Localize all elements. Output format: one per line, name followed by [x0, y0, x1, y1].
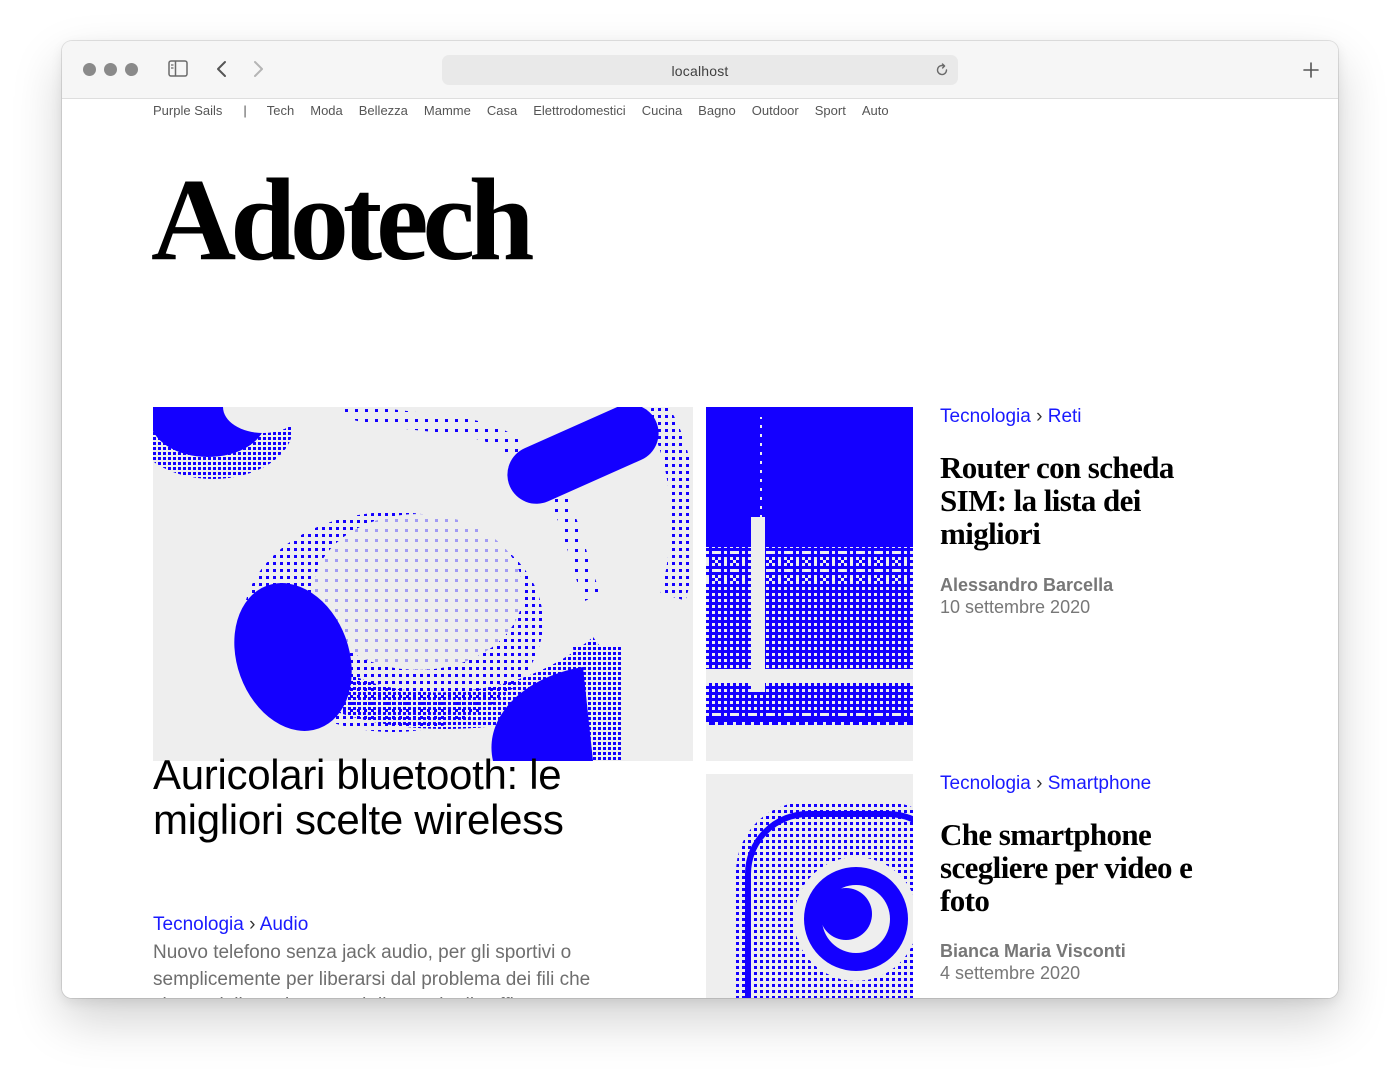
smartphone-article-image[interactable]: [706, 774, 913, 998]
featured-earbuds-image[interactable]: [153, 407, 693, 761]
nav-link-tech[interactable]: Tech: [267, 103, 294, 118]
nav-link-cucina[interactable]: Cucina: [642, 103, 682, 118]
article-2-breadcrumb: Tecnologia › Smartphone: [940, 773, 1151, 795]
article-1-author[interactable]: Alessandro Barcella: [940, 575, 1113, 596]
minimize-window-button[interactable]: [104, 63, 117, 76]
article-2-date: 4 settembre 2020: [940, 963, 1081, 983]
article-1-breadcrumb: Tecnologia › Reti: [940, 406, 1082, 428]
forward-arrow-icon[interactable]: [249, 59, 267, 79]
subcategory-link[interactable]: Reti: [1048, 406, 1082, 427]
zoom-window-button[interactable]: [125, 63, 138, 76]
nav-link-moda[interactable]: Moda: [310, 103, 343, 118]
featured-article-title[interactable]: Auricolari bluetooth: le migliori scelte…: [153, 752, 673, 842]
subcategory-link[interactable]: Smartphone: [1048, 773, 1152, 794]
article-1-date: 10 settembre 2020: [940, 597, 1091, 617]
article-2-author[interactable]: Bianca Maria Visconti: [940, 941, 1126, 962]
nav-link-bellezza[interactable]: Bellezza: [359, 103, 408, 118]
breadcrumb-chevron: ›: [249, 914, 256, 935]
back-arrow-icon[interactable]: [213, 59, 231, 79]
top-navigation: Purple Sails | Tech Moda Bellezza Mamme Casa El…: [153, 103, 905, 118]
sidebar-toggle-icon[interactable]: [168, 60, 188, 77]
url-text: localhost: [671, 63, 729, 79]
featured-article-excerpt: Nuovo telefono senza jack audio, per gli…: [153, 942, 591, 998]
breadcrumb-chevron: ›: [1036, 773, 1043, 794]
subcategory-link[interactable]: Audio: [260, 914, 309, 935]
nav-link-mamme[interactable]: Mamme: [424, 103, 471, 118]
nav-brand-link[interactable]: Purple Sails: [153, 103, 222, 118]
nav-link-outdoor[interactable]: Outdoor: [752, 103, 799, 118]
browser-window: localhost Purple Sails | Tech Moda Bellezza M…: [62, 41, 1338, 998]
nav-separator: |: [243, 103, 247, 118]
router-article-image[interactable]: [706, 407, 913, 761]
site-logo[interactable]: Adotech: [151, 161, 535, 279]
article-2-title[interactable]: Che smartphone scegliere per video e fot…: [940, 818, 1210, 917]
category-link[interactable]: Tecnologia: [940, 406, 1031, 427]
new-tab-plus-icon[interactable]: [1300, 59, 1322, 81]
breadcrumb-chevron: ›: [1036, 406, 1043, 427]
category-link[interactable]: Tecnologia: [153, 914, 244, 935]
reload-icon[interactable]: [934, 62, 950, 78]
article-1-title[interactable]: Router con scheda SIM: la lista dei migl…: [940, 451, 1230, 550]
category-link[interactable]: Tecnologia: [940, 773, 1031, 794]
close-window-button[interactable]: [83, 63, 96, 76]
browser-toolbar: localhost: [62, 41, 1338, 99]
nav-link-bagno[interactable]: Bagno: [698, 103, 736, 118]
page-content: Purple Sails | Tech Moda Bellezza Mamme Casa El…: [62, 99, 1338, 998]
nav-link-casa[interactable]: Casa: [487, 103, 517, 118]
nav-link-elettrodomestici[interactable]: Elettrodomestici: [533, 103, 625, 118]
nav-link-auto[interactable]: Auto: [862, 103, 889, 118]
nav-link-sport[interactable]: Sport: [815, 103, 846, 118]
address-bar[interactable]: localhost: [442, 55, 958, 85]
featured-breadcrumb: Tecnologia › Audio: [153, 914, 308, 936]
